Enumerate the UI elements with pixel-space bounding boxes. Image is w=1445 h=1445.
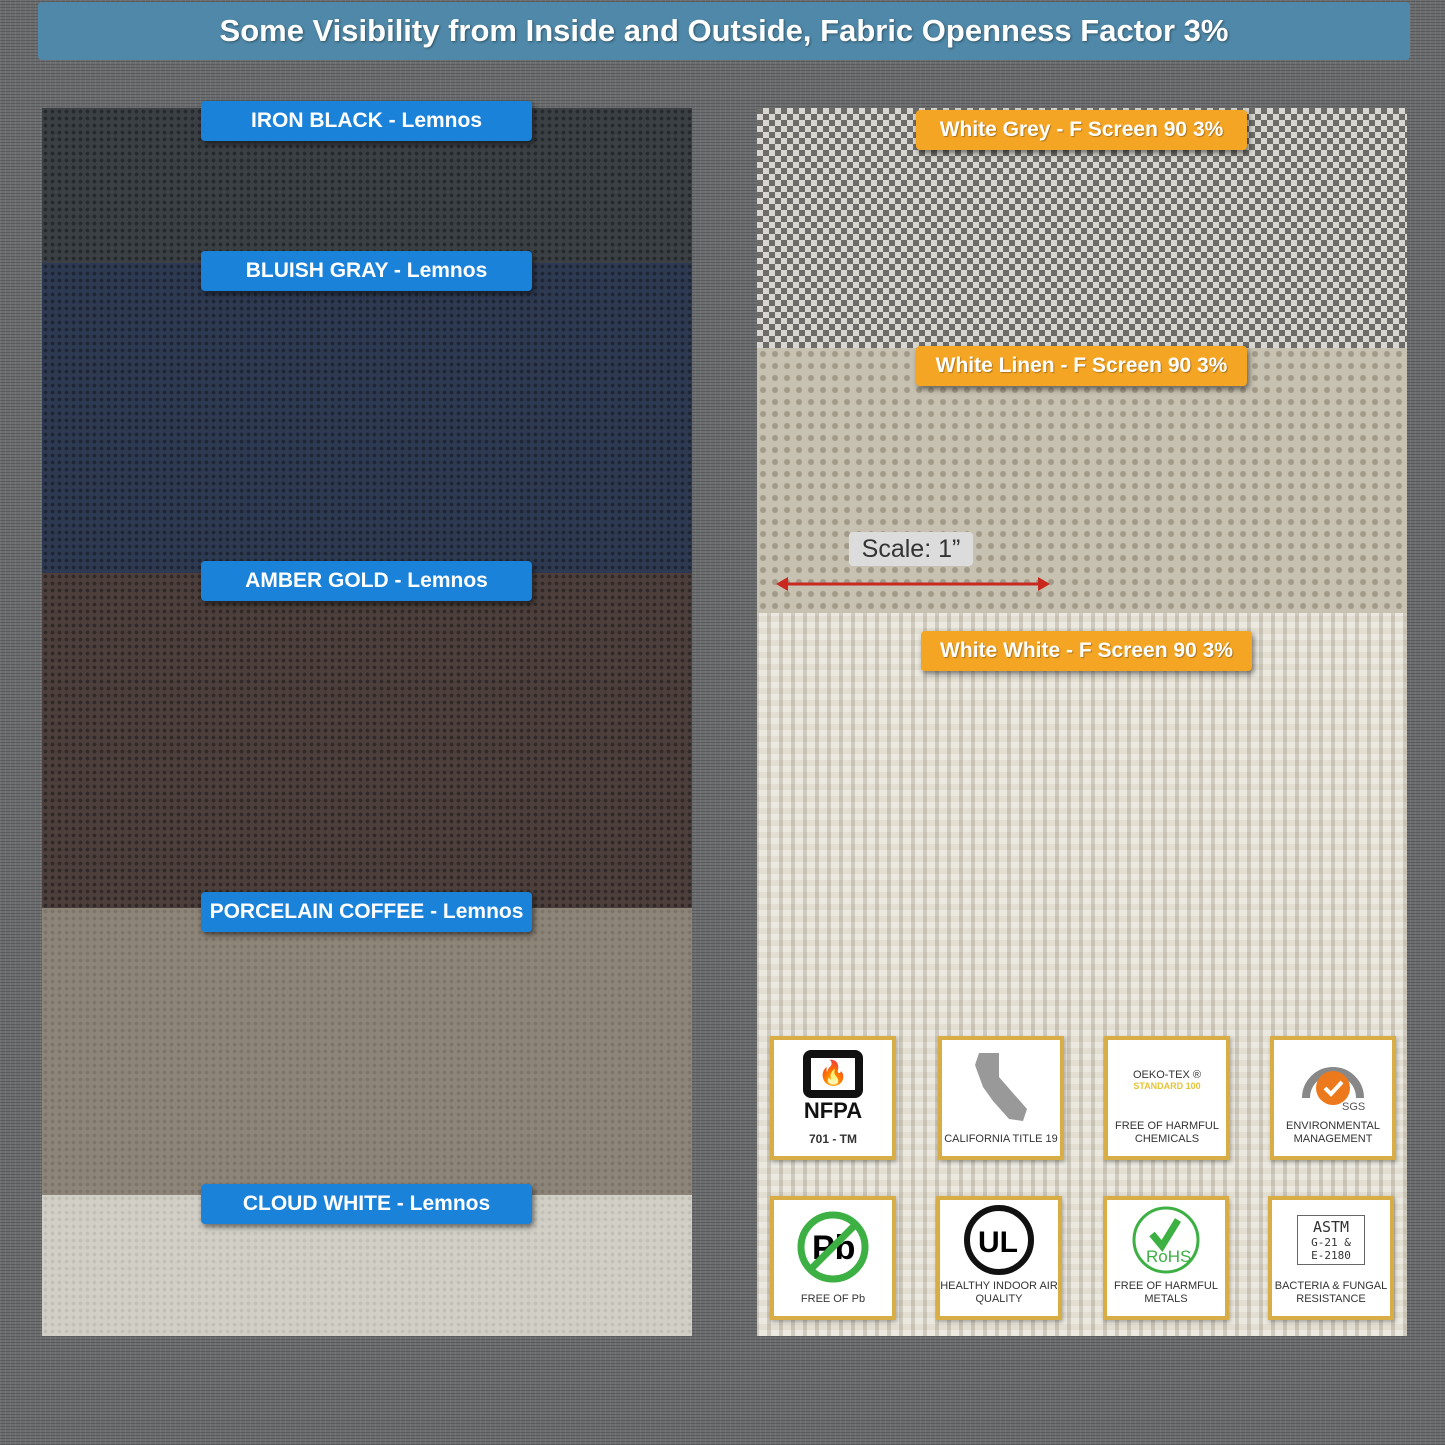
swatch-label: AMBER GOLD - Lemnos [201, 561, 532, 601]
oeko-tex-icon: OEKO-TEX ® STANDARD 100 [1132, 1069, 1201, 1091]
badge-nfpa: 🔥 NFPA 701 - TM [770, 1036, 896, 1160]
california-map-icon [942, 1040, 1060, 1133]
badge-rohs: RoHS FREE OF HARMFUL METALS [1103, 1196, 1229, 1320]
page-title: Some Visibility from Inside and Outside,… [38, 2, 1410, 60]
swatch-label: PORCELAIN COFFEE - Lemnos [201, 892, 532, 932]
swatch-label: IRON BLACK - Lemnos [201, 101, 532, 141]
ul-icon: UL [940, 1200, 1058, 1280]
swatch-label: White White - F Screen 90 3% [921, 631, 1252, 671]
astm-icon: ASTM G-21 & E-2180 [1272, 1200, 1390, 1280]
badge-oeko-tex: OEKO-TEX ® STANDARD 100 FREE OF HARMFUL C… [1104, 1036, 1230, 1160]
svg-text:SGS: SGS [1342, 1101, 1365, 1112]
swatch-label: White Linen - F Screen 90 3% [916, 346, 1247, 386]
scale-arrow-icon [776, 577, 1050, 591]
badge-astm: ASTM G-21 & E-2180 BACTERIA & FUNGAL RESI… [1268, 1196, 1394, 1320]
left-swatch-panel [42, 108, 692, 1336]
badge-california: CALIFORNIA TITLE 19 [938, 1036, 1064, 1160]
badge-sgs: SGS ENVIRONMENTAL MANAGEMENT [1270, 1036, 1396, 1160]
sgs-check-icon: SGS [1274, 1040, 1392, 1120]
no-lead-icon: Pb [774, 1200, 892, 1293]
badge-free-of-lead: Pb FREE OF Pb [770, 1196, 896, 1320]
nfpa-flame-icon: 🔥 NFPA [774, 1040, 892, 1133]
svg-text:RoHS: RoHS [1146, 1247, 1191, 1266]
rohs-icon: RoHS [1107, 1200, 1225, 1280]
swatch-label: BLUISH GRAY - Lemnos [201, 251, 532, 291]
swatch-porcelain-coffee [42, 908, 692, 1198]
scale-label: Scale: 1” [849, 532, 973, 566]
badge-ul: UL HEALTHY INDOOR AIR QUALITY [936, 1196, 1062, 1320]
swatch-label: CLOUD WHITE - Lemnos [201, 1184, 532, 1224]
swatch-amber-gold [42, 573, 692, 913]
swatch-bluish-gray [42, 263, 692, 578]
swatch-label: White Grey - F Screen 90 3% [916, 110, 1247, 150]
svg-text:UL: UL [978, 1226, 1018, 1259]
